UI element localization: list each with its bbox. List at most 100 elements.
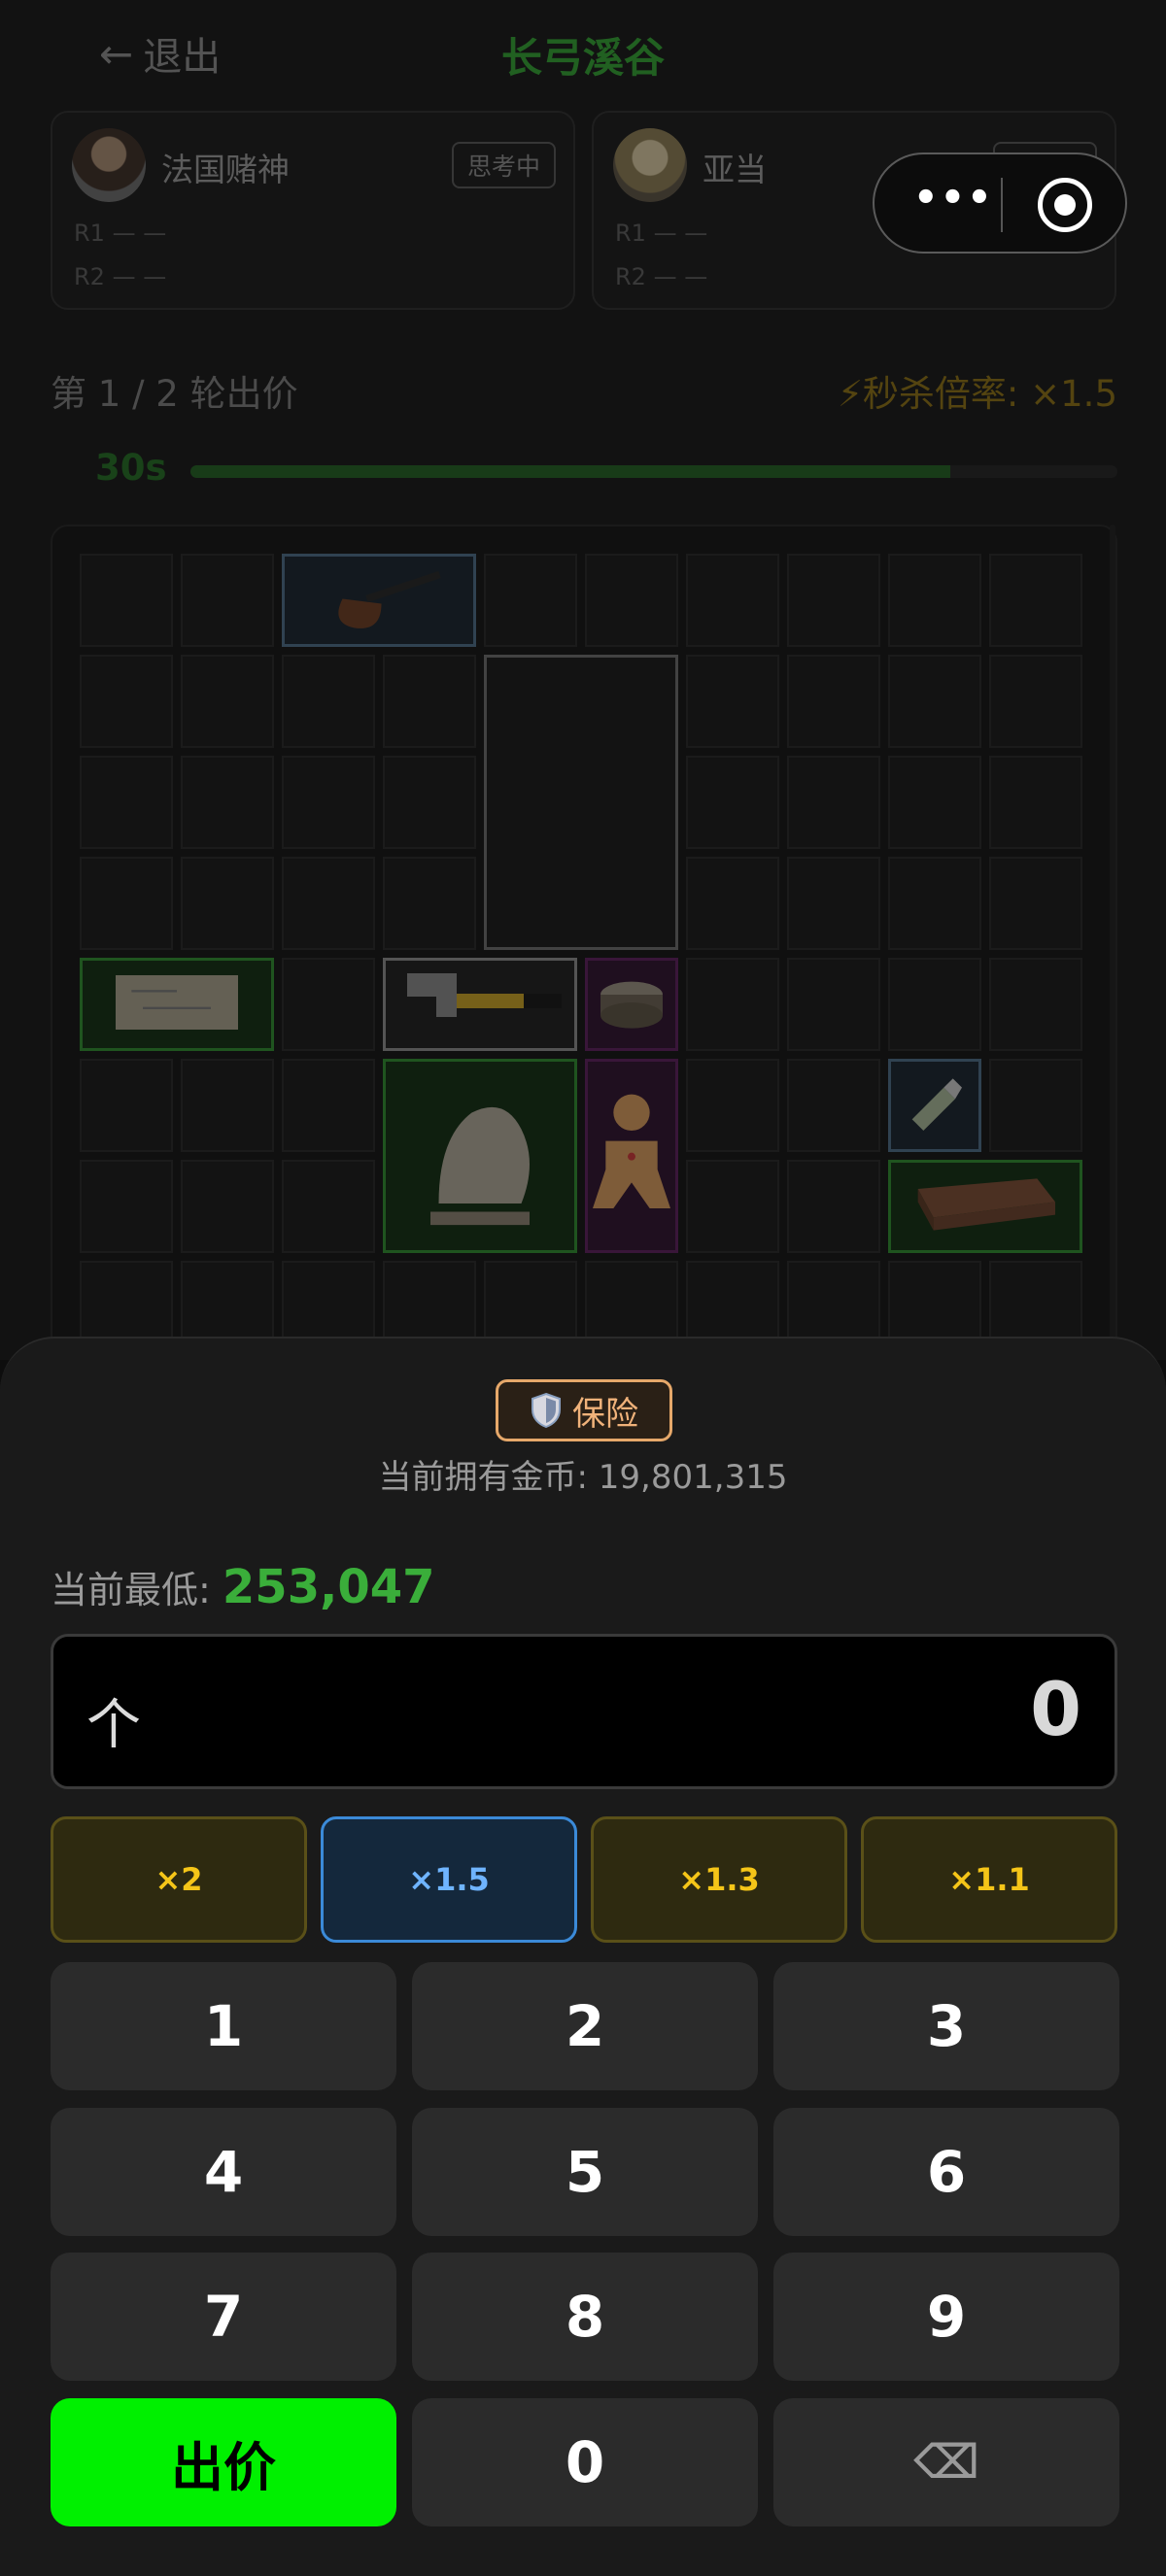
grid-cell: [282, 655, 375, 748]
capsule-divider: [1001, 178, 1003, 232]
grid-cell: [181, 554, 274, 647]
inventory-item[interactable]: [80, 958, 274, 1051]
insurance-button[interactable]: 保险: [496, 1379, 672, 1441]
grid-cell: [888, 655, 981, 748]
backspace-button[interactable]: ⌫: [773, 2398, 1119, 2526]
key-7[interactable]: 7: [51, 2253, 396, 2381]
grid-cell: [787, 655, 880, 748]
grid-cell: [787, 756, 880, 849]
key-5[interactable]: 5: [412, 2108, 758, 2236]
grid-cell: [80, 857, 173, 950]
grid-cell: [80, 554, 173, 647]
grid-cell: [80, 1059, 173, 1152]
grid-cell: [787, 554, 880, 647]
grid-cell: [989, 655, 1082, 748]
inventory-item[interactable]: [383, 1059, 577, 1253]
key-4[interactable]: 4: [51, 2108, 396, 2236]
status-badge: 思考中: [451, 142, 556, 188]
grid-cell: [787, 857, 880, 950]
place-bid-button[interactable]: 出价: [51, 2398, 396, 2526]
inventory-item[interactable]: [888, 1059, 981, 1152]
grid-cell: [989, 958, 1082, 1051]
key-0[interactable]: 0: [412, 2398, 758, 2526]
grid-cell: [686, 655, 779, 748]
increase-icon[interactable]: 个: [86, 1681, 141, 1760]
grid-cell: [80, 756, 173, 849]
key-1[interactable]: 1: [51, 1962, 396, 2090]
timer-bar: [190, 465, 1117, 478]
round-1-bid: R1 — —: [615, 220, 708, 247]
grid-cell: [989, 1059, 1082, 1152]
grid-cell: [80, 1160, 173, 1253]
grid-cell: [181, 1059, 274, 1152]
multiplier-x2-button[interactable]: ×2: [51, 1816, 307, 1943]
round-2-bid: R2 — —: [74, 263, 167, 290]
grid-cell: [787, 1059, 880, 1152]
grid-cell: [888, 554, 981, 647]
inventory-item[interactable]: [585, 1059, 678, 1253]
grid-cell: [888, 958, 981, 1051]
lowest-bid: 当前最低: 253,047: [51, 1560, 435, 1614]
grid-cell: [787, 958, 880, 1051]
close-miniprogram-icon[interactable]: [1038, 178, 1092, 232]
grid-cell: [686, 857, 779, 950]
timer-fill: [190, 465, 951, 478]
lowest-bid-value: 253,047: [222, 1560, 435, 1614]
more-icon[interactable]: •••: [913, 176, 994, 220]
grid-cell: [181, 1160, 274, 1253]
key-6[interactable]: 6: [773, 2108, 1119, 2236]
inventory-item[interactable]: [383, 958, 577, 1051]
page-title: 长弓溪谷: [500, 34, 665, 82]
hammer-icon: [393, 959, 567, 1050]
grid-cell: [686, 756, 779, 849]
multiplier-x1-1-button[interactable]: ×1.1: [861, 1816, 1117, 1943]
grid-cell: [282, 958, 375, 1051]
grid-cell: [888, 756, 981, 849]
grid-cell: [282, 1160, 375, 1253]
empty-item-slot: [484, 655, 678, 950]
grid-cell: [282, 756, 375, 849]
inventory-item[interactable]: [888, 1160, 1082, 1253]
grid-cell: [484, 554, 577, 647]
key-3[interactable]: 3: [773, 1962, 1119, 2090]
multiplier-x1-5-button[interactable]: ×1.5: [321, 1816, 577, 1943]
grid-cell: [686, 1059, 779, 1152]
pipe-icon: [306, 562, 452, 639]
grid-cell: [181, 756, 274, 849]
shield-icon: [532, 1392, 561, 1429]
grid-cell: [989, 756, 1082, 849]
bid-sheet: 保险 当前拥有金币: 19,801,315 当前最低: 253,047 个 0 …: [0, 1337, 1166, 2576]
grid-cell: [585, 554, 678, 647]
round-2-bid: R2 — —: [615, 263, 708, 290]
grid-cell: [888, 857, 981, 950]
grid-cell: [282, 857, 375, 950]
top-bar: ← 退出 长弓溪谷: [0, 0, 1166, 107]
key-9[interactable]: 9: [773, 2253, 1119, 2381]
grid-cell: [282, 1059, 375, 1152]
grid-cell: [989, 857, 1082, 950]
grid-cell: [181, 857, 274, 950]
inventory-item[interactable]: [282, 554, 476, 647]
inventory-item[interactable]: [585, 958, 678, 1051]
key-8[interactable]: 8: [412, 2253, 758, 2381]
timer-text: 30s: [95, 447, 167, 489]
multiplier-x1-3-button[interactable]: ×1.3: [591, 1816, 847, 1943]
grid-cell: [80, 655, 173, 748]
key-2[interactable]: 2: [412, 1962, 758, 2090]
bid-amount-field[interactable]: 个 0: [51, 1634, 1117, 1789]
coins-balance: 当前拥有金币: 19,801,315: [378, 1458, 788, 1497]
grid-cell: [383, 756, 476, 849]
kill-rate: ⚡秒杀倍率: ×1.5: [837, 373, 1117, 415]
scrollbar[interactable]: [1110, 525, 1115, 1360]
bid-amount-value: 0: [1030, 1666, 1081, 1752]
player-name: 亚当: [703, 151, 767, 188]
grid-cell: [383, 857, 476, 950]
grid-cell: [686, 1160, 779, 1253]
grid-cell: [787, 1160, 880, 1253]
grid-cell: [989, 554, 1082, 647]
grid-cell: [383, 655, 476, 748]
grid-cell: [686, 554, 779, 647]
old-map-icon: [104, 968, 250, 1040]
inventory-grid: [51, 525, 1117, 1360]
grid-cell: [181, 655, 274, 748]
